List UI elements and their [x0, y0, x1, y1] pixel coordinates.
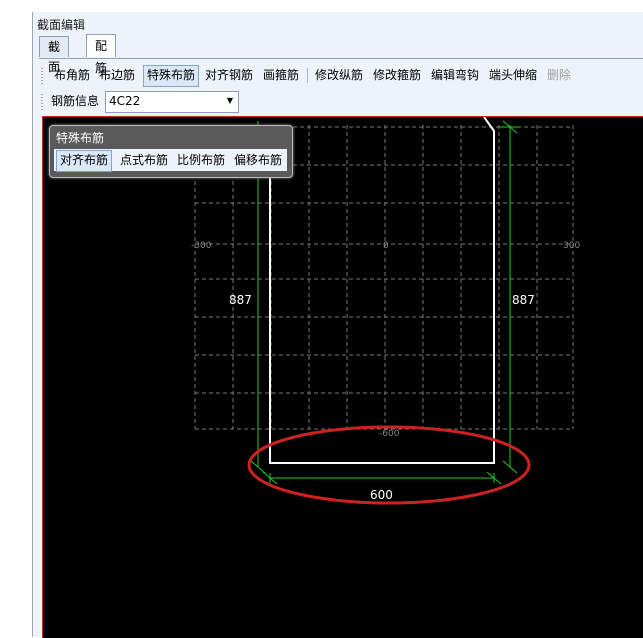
toolbar-grip[interactable]: [41, 94, 43, 110]
rebar-info-combo[interactable]: 4C22 ▼: [105, 91, 239, 113]
popup-button-bar: 对齐布筋 点式布筋 比例布筋 偏移布筋: [54, 149, 287, 172]
corner-rebar-button[interactable]: 布角筋: [51, 65, 93, 85]
edit-long-rebar-button[interactable]: 修改纵筋: [312, 65, 366, 85]
tab-rebar[interactable]: 配筋: [86, 34, 117, 75]
popup-title: 特殊布筋: [56, 131, 105, 145]
tab-section[interactable]: 截面: [39, 36, 70, 74]
dimension-right-label: 887: [512, 293, 535, 307]
edit-hook-button[interactable]: 编辑弯钩: [428, 65, 482, 85]
end-extend-button[interactable]: 端头伸缩: [486, 65, 540, 85]
toolbar-grip[interactable]: [41, 68, 43, 84]
axis-label-left: -300: [191, 241, 212, 251]
dimension-bottom-label: 600: [370, 488, 393, 502]
section-outline: [269, 117, 495, 464]
offset-layout-button[interactable]: 偏移布筋: [231, 150, 285, 170]
special-rebar-popup: 特殊布筋 对齐布筋 点式布筋 比例布筋 偏移布筋: [49, 125, 293, 178]
toolbar-separator: [307, 68, 308, 83]
delete-button[interactable]: 删除: [544, 65, 574, 85]
align-layout-button[interactable]: 对齐布筋: [56, 150, 113, 172]
edge-rebar-button[interactable]: 布边筋: [96, 65, 138, 85]
draw-stirrup-button[interactable]: 画箍筋: [260, 65, 302, 85]
point-layout-button[interactable]: 点式布筋: [117, 150, 171, 170]
rebar-info-value: 4C22: [109, 94, 141, 108]
section-drawing: -300 0 300 -600 887 887 600: [191, 117, 580, 505]
rebar-toolbar: 布角筋 布边筋 特殊布筋 对齐钢筋 画箍筋 修改纵筋 修改箍筋 编辑弯钩 端头伸…: [41, 65, 641, 87]
rebar-info-toolbar: 钢筋信息 4C22 ▼: [41, 91, 641, 115]
tab-body-border: [39, 58, 643, 59]
drawing-canvas[interactable]: -300 0 300 -600 887 887 600: [42, 116, 643, 638]
window-title: 截面编辑: [37, 18, 86, 32]
axis-label-right: 300: [563, 241, 580, 251]
align-rebar-button[interactable]: 对齐钢筋: [202, 65, 256, 85]
ratio-layout-button[interactable]: 比例布筋: [174, 150, 228, 170]
dimension-left-label: 887: [229, 293, 252, 307]
special-rebar-button[interactable]: 特殊布筋: [143, 65, 200, 87]
edit-stirrup-button[interactable]: 修改箍筋: [370, 65, 424, 85]
rebar-info-label: 钢筋信息: [51, 94, 100, 108]
chevron-down-icon[interactable]: ▼: [224, 94, 236, 108]
axis-label-bottom: -600: [379, 429, 400, 439]
axis-label-center: 0: [383, 241, 389, 251]
